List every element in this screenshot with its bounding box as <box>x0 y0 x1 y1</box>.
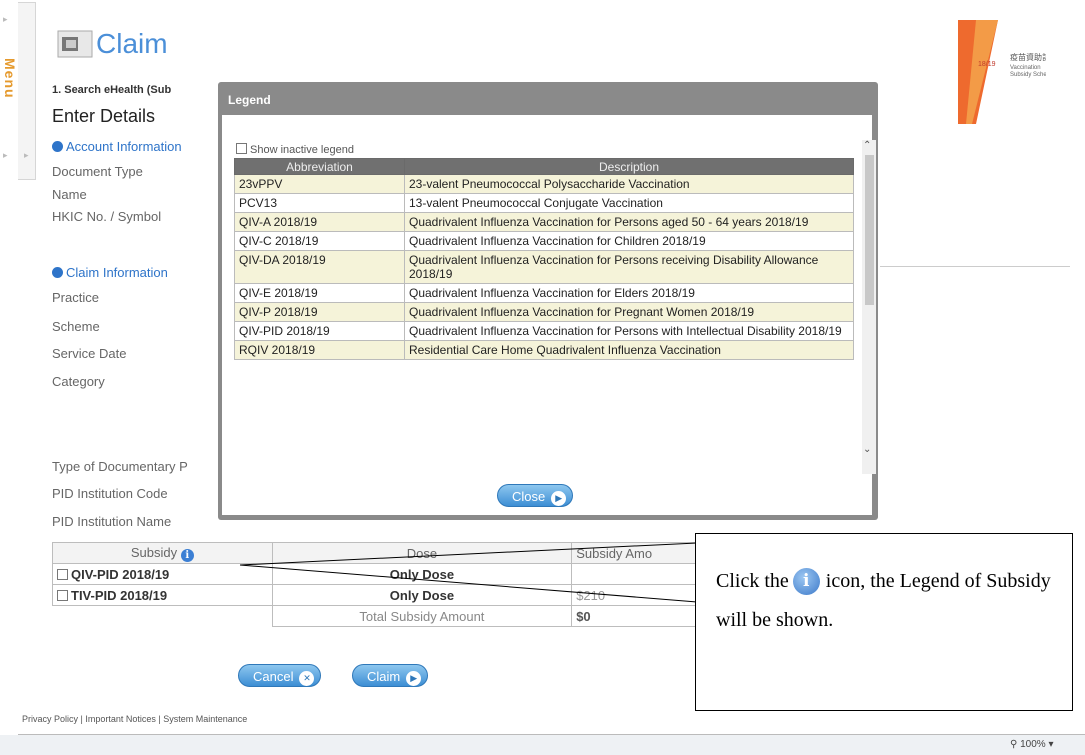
info-icon: i <box>792 568 820 595</box>
callout-text-before: Click the <box>716 570 789 592</box>
callout-text: Click the i icon, the Legend of Subsidy wi… <box>716 562 1056 640</box>
